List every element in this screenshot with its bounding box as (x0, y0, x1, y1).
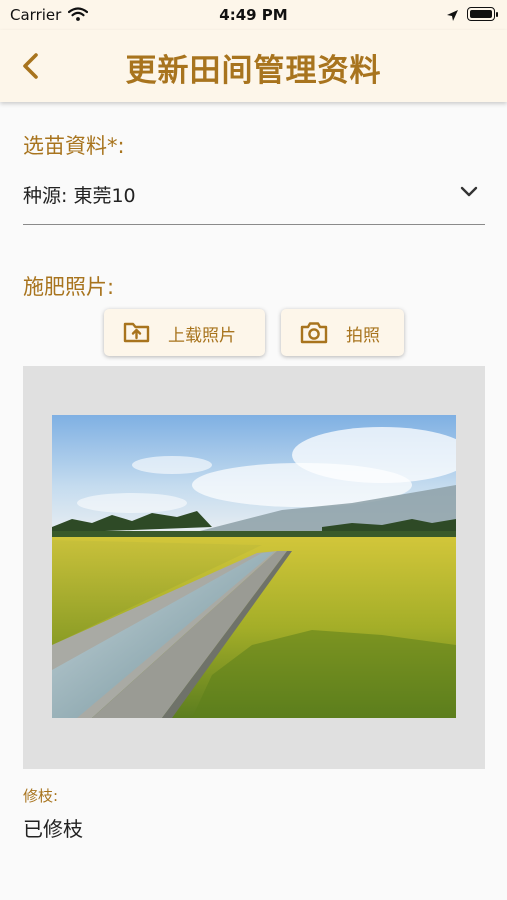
rice-field-photo[interactable] (52, 415, 456, 718)
camera-icon (299, 319, 329, 349)
battery-icon (467, 7, 498, 21)
upload-photo-label: 上载照片 (168, 326, 236, 346)
upload-folder-icon (122, 319, 152, 349)
clock: 4:49 PM (219, 6, 288, 24)
chevron-down-icon (459, 184, 479, 203)
status-bar: Carrier 4:49 PM (0, 0, 507, 30)
seedling-label: 选苗資料*: (23, 134, 125, 158)
pruning-label: 修枝: (23, 787, 59, 805)
location-arrow-icon (446, 8, 459, 26)
take-photo-label: 拍照 (346, 326, 380, 346)
fertilizer-photo-label: 施肥照片: (23, 275, 115, 299)
pruning-value: 已修枝 (23, 817, 83, 841)
page-title: 更新田间管理资料 (125, 53, 382, 89)
upload-photo-button[interactable]: 上载照片 (104, 309, 265, 356)
navigation-bar: 更新田间管理资料 (0, 30, 507, 102)
photo-preview-panel (23, 366, 485, 769)
seedling-value: 种源: 東莞10 (23, 185, 136, 207)
seedling-dropdown[interactable]: 种源: 東莞10 (23, 170, 485, 225)
take-photo-button[interactable]: 拍照 (281, 309, 404, 356)
